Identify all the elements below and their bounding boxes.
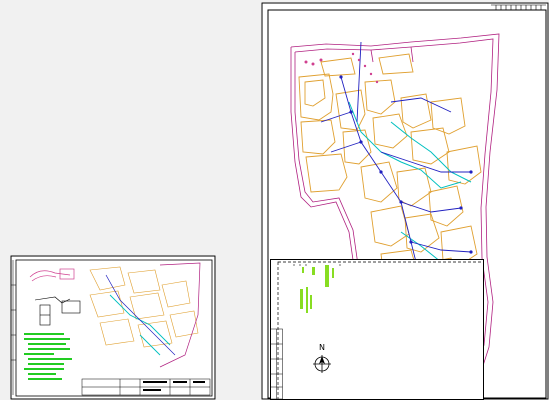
left-ruler bbox=[11, 260, 16, 395]
title-block-text bbox=[143, 381, 205, 391]
title-block-ruler bbox=[491, 4, 546, 11]
detail-sketch bbox=[29, 268, 75, 282]
overview-blocks bbox=[89, 266, 199, 348]
small-drawing-sheet[interactable] bbox=[10, 255, 216, 400]
overlay-drawing-sheet[interactable]: N bbox=[270, 259, 484, 400]
overlay-drawing bbox=[270, 259, 484, 400]
section-sketch bbox=[34, 296, 81, 326]
north-label: N bbox=[319, 343, 325, 352]
design-notes bbox=[24, 333, 72, 380]
overview-boundary bbox=[159, 262, 201, 368]
site-plan-overview-drawing bbox=[10, 255, 216, 400]
